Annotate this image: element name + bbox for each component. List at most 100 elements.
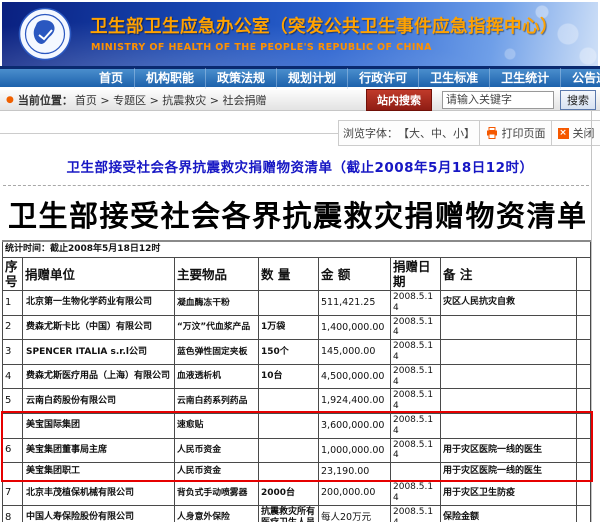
cell-quantity: 抗震救灾所有医疗卫生人员 xyxy=(259,505,319,522)
col-header-item: 主要物品 xyxy=(175,258,259,291)
cell-spacer xyxy=(577,438,591,463)
table-row: 5 云南白药股份有限公司 云南白药系列药品 1,924,400.00 2008.… xyxy=(3,389,591,414)
cell-amount: 1,000,000.00 xyxy=(319,438,391,463)
cell-donor: 北京丰茂植保机械有限公司 xyxy=(23,481,175,506)
cell-note: 用于灾区医院一线的医生 xyxy=(441,438,577,463)
cell-donor: 费森尤斯卡比（中国）有限公司 xyxy=(23,315,175,340)
cell-note xyxy=(441,315,577,340)
breadcrumb-path[interactable]: 首页 > 专题区 > 抗震救灾 > 社会捐赠 xyxy=(75,92,267,108)
col-header-donor: 捐赠单位 xyxy=(23,258,175,291)
nav-item-0[interactable]: 首页 xyxy=(88,68,134,89)
cell-quantity: 150个 xyxy=(259,340,319,365)
table-header-row: 序号 捐赠单位 主要物品 数 量 金 额 捐赠日期 备 注 xyxy=(3,258,591,291)
table-row: 美宝国际集团 速愈贴 3,600,000.00 2008.5.14 xyxy=(3,413,591,438)
banner-title-en: MINISTRY OF HEALTH OF THE PEOPLE'S REPUB… xyxy=(91,42,432,53)
cell-date: 2008.5.14 xyxy=(391,389,441,414)
cell-serial: 2 xyxy=(3,315,23,340)
cell-serial: 5 xyxy=(3,389,23,414)
table-row: 7 北京丰茂植保机械有限公司 背负式手动喷雾器 2000台 200,000.00… xyxy=(3,481,591,506)
cell-serial: 6 xyxy=(3,438,23,463)
cell-amount: 3,600,000.00 xyxy=(319,413,391,438)
cell-date: 2008.5.14 xyxy=(391,413,441,438)
cell-serial: 4 xyxy=(3,364,23,389)
cell-donor: 美宝国际集团 xyxy=(23,413,175,438)
cell-note: 用于灾区卫生防疫 xyxy=(441,481,577,506)
nav-item-7[interactable]: 公告通告 xyxy=(560,68,600,89)
cell-note: 用于灾区医院一线的医生 xyxy=(441,463,577,481)
cell-note xyxy=(441,389,577,414)
cell-item: 人民币资金 xyxy=(175,463,259,481)
donation-table: 统计时间：截止2008年5月18日12时 序号 捐赠单位 主要物品 数 量 金 … xyxy=(2,240,591,522)
cell-date: 2008.5.14 xyxy=(391,291,441,316)
site-search-button[interactable]: 站内搜索 xyxy=(366,89,432,111)
cell-date: 2008.5.14 xyxy=(391,340,441,365)
site-banner: 卫生部卫生应急办公室（突发公共卫生事件应急指挥中心） MINISTRY OF H… xyxy=(2,2,598,66)
search-button[interactable]: 搜索 xyxy=(560,90,596,110)
close-icon: × xyxy=(558,128,569,139)
print-page-label: 打印页面 xyxy=(502,125,546,141)
cell-item: 云南白药系列药品 xyxy=(175,389,259,414)
nav-item-3[interactable]: 规划计划 xyxy=(276,68,347,89)
page-title: 卫生部接受社会各界抗震救灾捐赠物资清单 xyxy=(8,193,592,235)
table-row: 2 费森尤斯卡比（中国）有限公司 “万汶”代血浆产品 1万袋 1,400,000… xyxy=(3,315,591,340)
cell-serial: 7 xyxy=(3,481,23,506)
cell-amount: 200,000.00 xyxy=(319,481,391,506)
cell-serial: 1 xyxy=(3,291,23,316)
cell-note xyxy=(441,340,577,365)
cell-serial xyxy=(3,463,23,481)
cell-serial: 3 xyxy=(3,340,23,365)
font-size-label: 浏览字体： xyxy=(343,125,398,141)
cell-quantity xyxy=(259,463,319,481)
cell-donor: 美宝集团职工 xyxy=(23,463,175,481)
cell-spacer xyxy=(577,389,591,414)
moh-emblem-logo xyxy=(18,7,72,61)
cell-spacer xyxy=(577,505,591,522)
cell-spacer xyxy=(577,291,591,316)
content-right-border xyxy=(591,111,592,522)
cell-item: 背负式手动喷雾器 xyxy=(175,481,259,506)
nav-item-6[interactable]: 卫生统计 xyxy=(489,68,560,89)
col-header-date: 捐赠日期 xyxy=(391,258,441,291)
cell-note: 保险金额 xyxy=(441,505,577,522)
nav-item-5[interactable]: 卫生标准 xyxy=(418,68,489,89)
breadcrumb-label: 当前位置： xyxy=(18,92,73,108)
cell-amount: 511,421.25 xyxy=(319,291,391,316)
col-header-serial: 序号 xyxy=(3,258,23,291)
breadcrumb-bar: ● 当前位置： 首页 > 专题区 > 抗震救灾 > 社会捐赠 站内搜索 搜索 xyxy=(0,90,600,111)
cell-date: 2008.5.14 xyxy=(391,505,441,522)
cell-quantity: 2000台 xyxy=(259,481,319,506)
cell-spacer xyxy=(577,364,591,389)
cell-quantity xyxy=(259,413,319,438)
cell-spacer xyxy=(577,315,591,340)
cell-quantity xyxy=(259,438,319,463)
nav-item-1[interactable]: 机构职能 xyxy=(134,68,205,89)
close-page-button[interactable]: × 关闭 xyxy=(551,121,600,145)
cell-item: 人民币资金 xyxy=(175,438,259,463)
cell-date xyxy=(391,463,441,481)
article-subtitle: 卫生部接受社会各界抗震救灾捐赠物资清单（截止2008年5月18日12时） xyxy=(0,156,600,176)
nav-item-4[interactable]: 行政许可 xyxy=(347,68,418,89)
cell-date: 2008.5.14 xyxy=(391,481,441,506)
toolbar-divider xyxy=(0,133,338,134)
cell-quantity: 10台 xyxy=(259,364,319,389)
cell-spacer xyxy=(577,463,591,481)
banner-title-cn: 卫生部卫生应急办公室（突发公共卫生事件应急指挥中心） xyxy=(90,13,558,38)
cell-amount: 1,400,000.00 xyxy=(319,315,391,340)
cell-quantity xyxy=(259,389,319,414)
table-row: 8 中国人寿保险股份有限公司 人身意外保险 抗震救灾所有医疗卫生人员 每人20万… xyxy=(3,505,591,522)
print-page-button[interactable]: 打印页面 xyxy=(479,121,551,145)
cell-quantity xyxy=(259,291,319,316)
cell-date: 2008.5.14 xyxy=(391,364,441,389)
nav-item-2[interactable]: 政策法规 xyxy=(205,68,276,89)
page: 卫生部卫生应急办公室（突发公共卫生事件应急指挥中心） MINISTRY OF H… xyxy=(0,0,600,522)
main-nav: 首页机构职能政策法规规划计划行政许可卫生标准卫生统计公告通告工作动态 xyxy=(0,66,600,87)
stat-time-row: 统计时间：截止2008年5月18日12时 xyxy=(3,241,591,258)
cell-item: 人身意外保险 xyxy=(175,505,259,522)
font-size-options[interactable]: 【大、中、小】 xyxy=(398,125,475,141)
col-header-amount: 金 额 xyxy=(319,258,391,291)
search-input[interactable] xyxy=(442,91,554,109)
location-bullet-icon: ● xyxy=(6,95,14,105)
table-row: 1 北京第一生物化学药业有限公司 凝血酶冻干粉 511,421.25 2008.… xyxy=(3,291,591,316)
cell-note xyxy=(441,413,577,438)
cell-amount: 4,500,000.00 xyxy=(319,364,391,389)
